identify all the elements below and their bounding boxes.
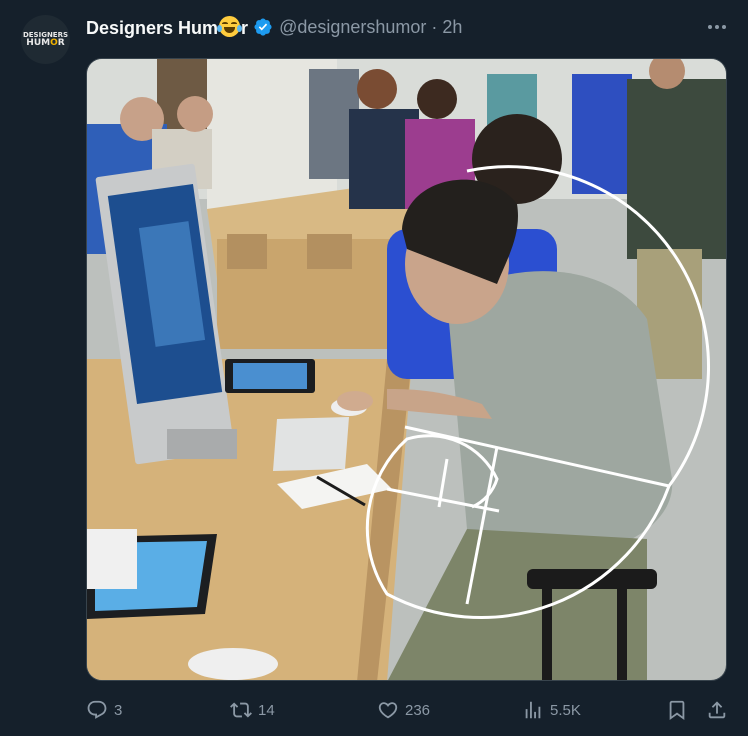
- verified-badge-icon[interactable]: [253, 17, 273, 37]
- more-icon[interactable]: [704, 17, 730, 37]
- retweet-icon: [230, 702, 252, 718]
- action-bar: 3 14 236 5.5K: [86, 696, 736, 724]
- share-icon: [708, 701, 726, 719]
- photo-scene: [87, 59, 726, 680]
- share-button[interactable]: [706, 696, 728, 724]
- like-icon: [378, 702, 398, 719]
- views-icon: [525, 701, 541, 719]
- reply-icon: [87, 700, 107, 719]
- retweet-button[interactable]: 14: [230, 696, 275, 724]
- timestamp[interactable]: 2h: [442, 17, 462, 38]
- display-name[interactable]: Designers Hum r: [86, 15, 248, 39]
- handle[interactable]: @designershumor: [279, 17, 426, 38]
- laughing-emoji-icon: [217, 15, 243, 37]
- bookmark-icon: [669, 700, 685, 721]
- tweet[interactable]: DESIGNERS HUMOR Designers Hum r @designer…: [0, 0, 748, 736]
- views-button[interactable]: 5.5K: [522, 696, 581, 724]
- tweet-image[interactable]: [86, 58, 727, 681]
- avatar[interactable]: DESIGNERS HUMOR: [21, 15, 70, 64]
- views-count: 5.5K: [550, 701, 581, 719]
- like-button[interactable]: 236: [377, 696, 430, 724]
- like-count: 236: [405, 701, 431, 719]
- separator-dot: ·: [431, 16, 438, 37]
- reply-button[interactable]: 3: [86, 696, 122, 724]
- reply-count: 3: [114, 701, 123, 719]
- avatar-line2: HUMOR: [26, 38, 65, 48]
- retweet-count: 14: [258, 701, 275, 719]
- bookmark-button[interactable]: [666, 696, 688, 724]
- tweet-header: Designers Hum r @designershumor · 2h: [86, 14, 462, 40]
